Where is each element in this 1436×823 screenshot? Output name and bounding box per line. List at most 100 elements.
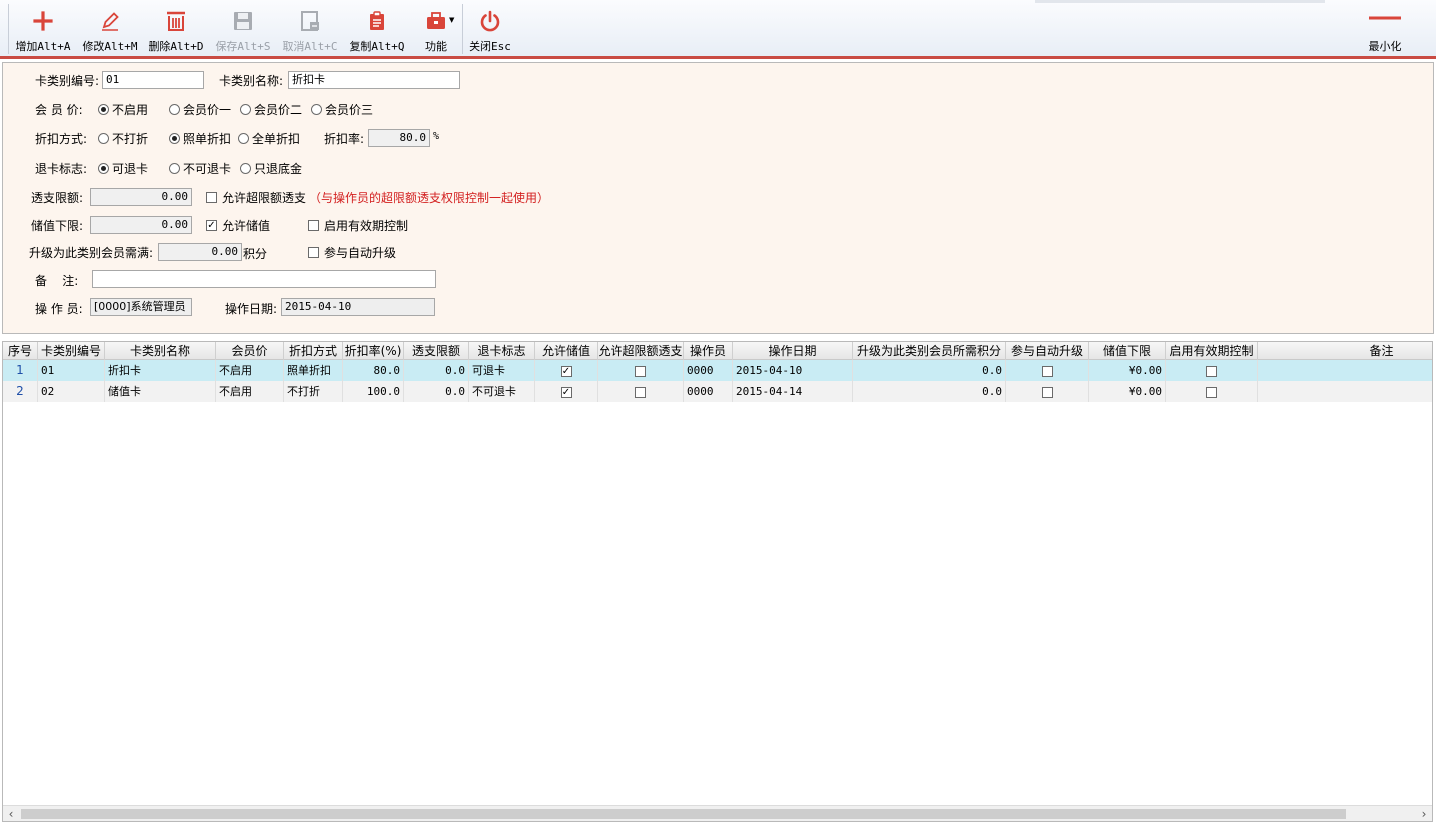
column-header[interactable]: 退卡标志 [469, 342, 535, 360]
scrollbar-thumb[interactable] [21, 809, 1346, 819]
refund-radio-allowed[interactable]: 可退卡 [98, 160, 148, 177]
unchecked-checkbox[interactable] [1041, 386, 1053, 398]
cell-name: 储值卡 [105, 381, 216, 402]
delete-button[interactable]: 删除Alt+D [145, 6, 207, 53]
cell-allow-over [598, 360, 684, 381]
discount-mode-label: 折扣方式: [35, 132, 88, 146]
minimize-button[interactable]: 最小化 [1362, 6, 1408, 53]
cell-allow-store: ✓ [535, 381, 598, 402]
member-price-radio-3[interactable]: 会员价三 [311, 101, 373, 118]
operator-field: [0000]系统管理员 [90, 298, 192, 316]
checkbox-box [308, 220, 319, 231]
card-code-field[interactable]: 01 [102, 71, 204, 89]
function-button[interactable]: 功能 ▼ [414, 6, 458, 53]
cancel-button[interactable]: 取消Alt+C [279, 6, 341, 53]
column-header[interactable]: 折扣方式 [284, 342, 343, 360]
close-button-label: 关闭Esc [469, 40, 511, 53]
unchecked-checkbox[interactable] [635, 386, 646, 398]
cell-refund: 不可退卡 [469, 381, 535, 402]
column-header[interactable]: 参与自动升级 [1006, 342, 1089, 360]
column-header[interactable]: 卡类别编号 [38, 342, 105, 360]
column-header[interactable]: 升级为此类别会员所需积分 [853, 342, 1006, 360]
radio-dot [238, 133, 249, 144]
checkbox-label: 允许储值 [222, 219, 271, 233]
cell-date: 2015-04-10 [733, 360, 853, 381]
radio-dot [240, 163, 251, 174]
min-store-label: 储值下限: [31, 219, 84, 233]
copy-button[interactable]: 复制Alt+Q [346, 6, 408, 53]
edit-button-label: 修改Alt+M [82, 40, 138, 53]
column-header[interactable]: 卡类别名称 [105, 342, 216, 360]
column-header[interactable]: 透支限额 [404, 342, 469, 360]
minimize-button-label: 最小化 [1368, 40, 1402, 53]
min-store-field[interactable]: 0.00 [90, 216, 192, 234]
add-button[interactable]: 增加Alt+A [12, 6, 74, 53]
auto-upgrade-checkbox[interactable]: 参与自动升级 [308, 244, 396, 261]
discount-radio-none[interactable]: 不打折 [98, 130, 148, 147]
allow-store-checkbox[interactable]: ✓ 允许储值 [206, 217, 270, 234]
allow-overdraft-checkbox[interactable]: 允许超限额透支 [206, 189, 306, 206]
radio-dot [98, 163, 109, 174]
op-date-field: 2015-04-10 [281, 298, 435, 316]
radio-label: 全单折扣 [252, 132, 301, 146]
checked-checkbox[interactable]: ✓ [560, 386, 572, 398]
column-header[interactable]: 操作日期 [733, 342, 853, 360]
remark-field[interactable] [92, 270, 436, 288]
table-row[interactable]: 2 02 储值卡 不启用 不打折 100.0 0.0 不可退卡 ✓ 0000 2… [3, 381, 1432, 402]
column-header[interactable]: 序号 [3, 342, 38, 360]
save-button[interactable]: 保存Alt+S [212, 6, 274, 53]
overdraft-field[interactable]: 0.00 [90, 188, 192, 206]
unchecked-checkbox[interactable] [1041, 365, 1053, 377]
upgrade-label: 升级为此类别会员需满: [29, 246, 154, 260]
remark-label: 备 注: [35, 274, 79, 288]
horizontal-scrollbar[interactable]: ‹ › [3, 805, 1432, 821]
card-type-table: 序号 卡类别编号 卡类别名称 会员价 折扣方式 折扣率(%) 透支限额 退卡标志… [2, 341, 1433, 822]
unchecked-checkbox[interactable] [635, 365, 646, 377]
column-header[interactable]: 折扣率(%) [343, 342, 404, 360]
member-price-radio-none[interactable]: 不启用 [98, 101, 148, 118]
unchecked-checkbox[interactable] [1206, 386, 1217, 398]
column-header[interactable]: 启用有效期控制 [1166, 342, 1258, 360]
discount-radio-whole-bill[interactable]: 全单折扣 [238, 130, 300, 147]
column-header[interactable]: 允许超限额透支 [598, 342, 684, 360]
column-header[interactable]: 备注 [1258, 342, 1432, 360]
edit-button[interactable]: 修改Alt+M [78, 6, 142, 53]
cell-overdraft: 0.0 [404, 381, 469, 402]
cell-rate: 100.0 [343, 381, 404, 402]
discount-rate-label: 折扣率: [324, 132, 365, 146]
cell-allow-over [598, 381, 684, 402]
cell-validity [1166, 360, 1258, 381]
table-row[interactable]: 1 01 折扣卡 不启用 照单折扣 80.0 0.0 可退卡 ✓ 0000 20… [3, 360, 1432, 381]
refund-radio-not-allowed[interactable]: 不可退卡 [169, 160, 231, 177]
scroll-right-icon[interactable]: › [1416, 806, 1432, 821]
cell-allow-store: ✓ [535, 360, 598, 381]
checkbox-box: ✓ [206, 220, 217, 231]
discount-radio-per-item[interactable]: 照单折扣 [169, 130, 231, 147]
column-header[interactable]: 储值下限 [1089, 342, 1166, 360]
card-name-field[interactable]: 折扣卡 [288, 71, 460, 89]
percent-unit: % [433, 131, 440, 142]
radio-label: 不打折 [112, 132, 149, 146]
radio-dot [169, 163, 180, 174]
function-button-label: 功能 [425, 40, 447, 53]
column-header[interactable]: 允许储值 [535, 342, 598, 360]
refund-radio-deposit-only[interactable]: 只退底金 [240, 160, 302, 177]
checked-checkbox[interactable]: ✓ [560, 365, 572, 377]
discount-rate-field[interactable]: 80.0 [368, 129, 430, 147]
radio-dot [311, 104, 322, 115]
card-name-label: 卡类别名称: [219, 74, 284, 88]
row-seq: 2 [3, 381, 38, 402]
table-header: 序号 卡类别编号 卡类别名称 会员价 折扣方式 折扣率(%) 透支限额 退卡标志… [3, 342, 1432, 360]
member-price-radio-1[interactable]: 会员价一 [169, 101, 231, 118]
unchecked-checkbox[interactable] [1206, 365, 1217, 377]
validity-checkbox[interactable]: 启用有效期控制 [308, 217, 408, 234]
scroll-left-icon[interactable]: ‹ [3, 806, 19, 821]
column-header[interactable]: 操作员 [684, 342, 733, 360]
radio-label: 可退卡 [112, 162, 149, 176]
close-button[interactable]: 关闭Esc [466, 6, 514, 53]
toolbar-separator [8, 4, 9, 54]
cell-refund: 可退卡 [469, 360, 535, 381]
upgrade-points-field[interactable]: 0.00 [158, 243, 242, 261]
member-price-radio-2[interactable]: 会员价二 [240, 101, 302, 118]
column-header[interactable]: 会员价 [216, 342, 284, 360]
